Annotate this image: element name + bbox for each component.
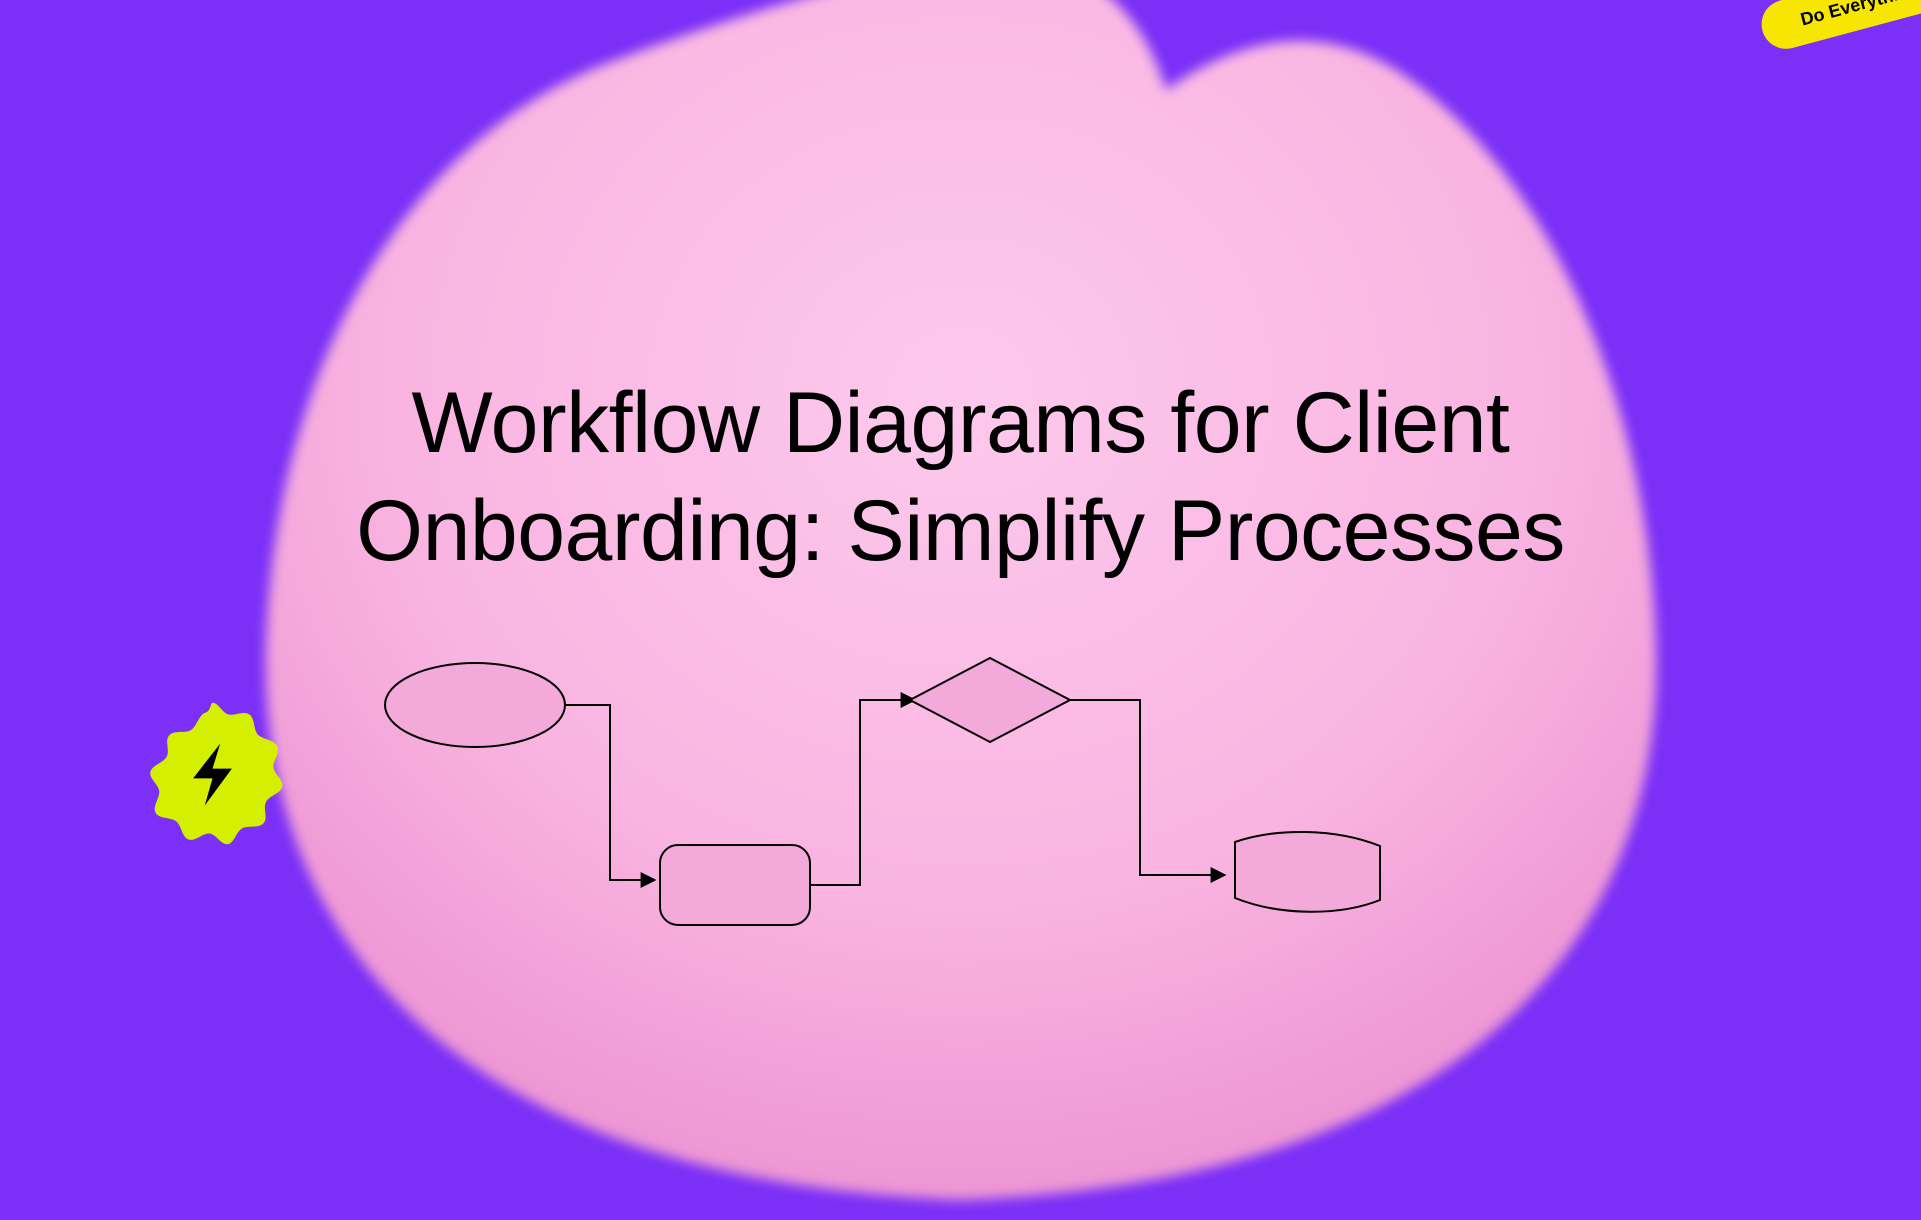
- flow-node-document: [1235, 832, 1380, 912]
- page-title: Workflow Diagrams for Client Onboarding:…: [261, 370, 1661, 585]
- flowchart-illustration: [380, 650, 1430, 950]
- flow-node-terminator: [385, 663, 565, 747]
- tag-badge-label: Do Everything: [1798, 0, 1921, 29]
- flow-node-process: [660, 845, 810, 925]
- tag-badge: Do Everything: [1756, 0, 1921, 54]
- flow-node-decision: [910, 658, 1070, 742]
- hero-blob: [236, 0, 1686, 1220]
- lightning-badge: [135, 695, 290, 850]
